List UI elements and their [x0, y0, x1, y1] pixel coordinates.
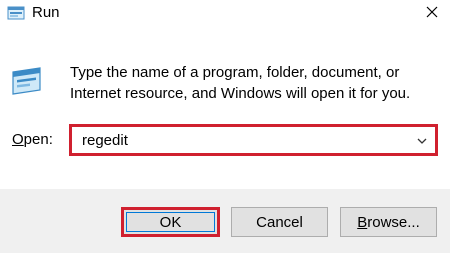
title-bar[interactable]: Run [0, 0, 450, 28]
open-label-text: pen: [23, 131, 53, 148]
browse-label-text: rowse... [367, 213, 420, 231]
open-label-accelerator: O [12, 131, 24, 148]
description-line-2: Internet resource, and Windows will open… [70, 85, 411, 102]
cancel-button-label: Cancel [256, 213, 303, 231]
dialog-description: Type the name of a program, folder, docu… [70, 62, 430, 104]
window-title: Run [32, 4, 60, 21]
ok-button[interactable]: OK [121, 207, 220, 237]
cancel-button[interactable]: Cancel [231, 207, 328, 237]
browse-button[interactable]: Browse... [340, 207, 437, 237]
run-dialog: Run Type the name of a program, folder, … [0, 0, 450, 253]
browse-button-label: Browse... [357, 214, 420, 231]
chevron-down-icon[interactable] [415, 134, 429, 146]
open-input[interactable]: regedit [82, 132, 128, 150]
close-icon [426, 5, 438, 23]
open-combobox[interactable]: regedit [69, 124, 438, 156]
open-label: Open: [12, 131, 53, 148]
run-app-icon [7, 5, 25, 21]
description-line-1: Type the name of a program, folder, docu… [70, 64, 400, 81]
ok-focus-ring [126, 212, 215, 232]
close-button[interactable] [416, 0, 448, 28]
run-dialog-icon [10, 64, 44, 98]
browse-accelerator: B [357, 213, 368, 231]
